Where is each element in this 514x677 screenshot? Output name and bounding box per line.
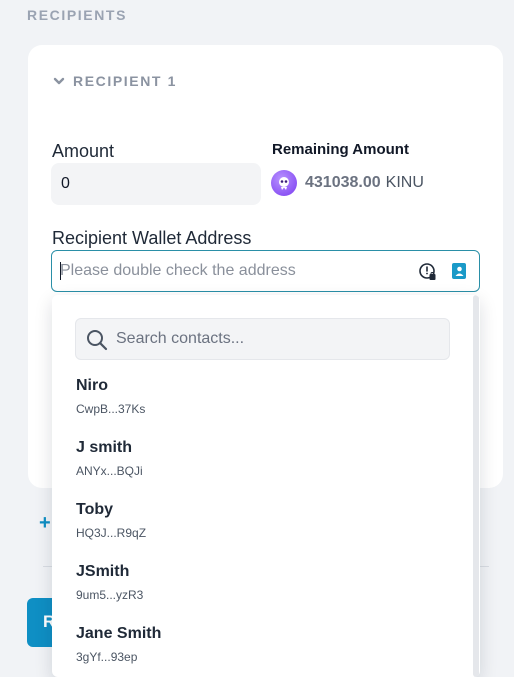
contact-address: HQ3J...R9qZ bbox=[76, 526, 147, 540]
contact-search-input[interactable] bbox=[116, 319, 436, 359]
contact-item[interactable]: Niro CwpB...37Ks bbox=[76, 377, 436, 427]
contact-name: Jane Smith bbox=[76, 625, 162, 642]
amount-input[interactable] bbox=[51, 163, 261, 205]
remaining-amount-unit: KINU bbox=[385, 174, 424, 191]
section-title: RECIPIENTS bbox=[27, 7, 128, 23]
contact-address: CwpB...37Ks bbox=[76, 402, 146, 416]
recipient-collapse-toggle[interactable]: RECIPIENT 1 bbox=[53, 73, 177, 89]
wallet-address-input[interactable] bbox=[60, 251, 410, 291]
contact-item[interactable]: JSmith 9um5...yzR3 bbox=[76, 563, 436, 613]
contact-address: 9um5...yzR3 bbox=[76, 588, 144, 602]
chevron-down-icon bbox=[53, 77, 65, 85]
contact-name: JSmith bbox=[76, 563, 130, 580]
contact-item[interactable]: Toby HQ3J...R9qZ bbox=[76, 501, 436, 551]
contacts-dropdown: Niro CwpB...37Ks J smith ANYx...BQJi Tob… bbox=[52, 295, 480, 677]
remaining-amount-label: Remaining Amount bbox=[272, 141, 409, 158]
remaining-amount: 431038.00 KINU bbox=[271, 170, 424, 196]
contact-search-box bbox=[75, 318, 450, 360]
wallet-address-label: Recipient Wallet Address bbox=[52, 228, 252, 248]
text-caret bbox=[60, 262, 61, 280]
contact-item[interactable]: Jane Smith 3gYf...93ep bbox=[76, 625, 436, 675]
contact-name: Toby bbox=[76, 501, 114, 518]
contact-address: 3gYf...93ep bbox=[76, 650, 138, 664]
contact-name: Niro bbox=[76, 377, 108, 394]
address-book-icon[interactable] bbox=[451, 262, 467, 280]
search-icon bbox=[87, 330, 108, 351]
kinu-token-icon bbox=[271, 170, 297, 196]
add-recipient-button[interactable]: + bbox=[39, 512, 51, 535]
contact-name: J smith bbox=[76, 439, 133, 456]
send-page: RECIPIENTS RECIPIENT 1 Amount Remaining … bbox=[0, 0, 514, 677]
amount-label: Amount bbox=[52, 141, 115, 161]
remaining-amount-value: 431038.00 bbox=[305, 174, 381, 191]
contact-item[interactable]: J smith ANYx...BQJi bbox=[76, 439, 436, 489]
contact-address: ANYx...BQJi bbox=[76, 464, 143, 478]
wallet-address-field bbox=[51, 250, 480, 292]
recipient-header-label: RECIPIENT 1 bbox=[73, 73, 177, 89]
scan-icon[interactable] bbox=[418, 262, 438, 282]
dropdown-scrollbar[interactable] bbox=[473, 295, 479, 677]
